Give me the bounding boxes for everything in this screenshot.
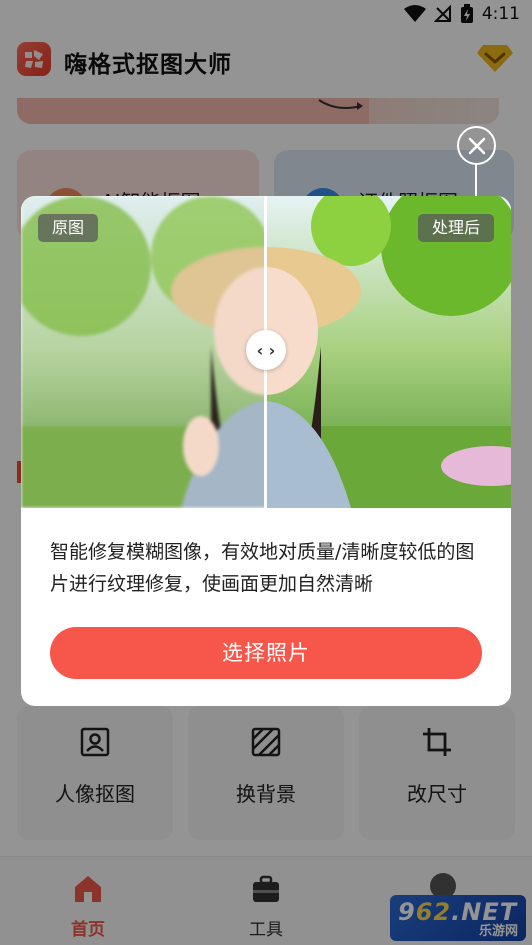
dialog-description: 智能修复模糊图像，有效地对质量/清晰度较低的图片进行纹理修复，使画面更加自然清晰 xyxy=(50,541,475,595)
close-button[interactable] xyxy=(457,126,496,165)
before-tag: 原图 xyxy=(38,214,99,242)
enhance-dialog: ‹ › 原图 处理后 智能修复模糊图像，有效地对质量/清晰度较低的图片进行纹理修… xyxy=(21,196,511,706)
before-image xyxy=(21,196,511,508)
close-icon xyxy=(468,137,485,154)
after-image xyxy=(266,196,511,508)
compare-slider-handle[interactable]: ‹ › xyxy=(246,330,286,370)
close-connector xyxy=(475,163,477,197)
choose-photo-button[interactable]: 选择照片 xyxy=(50,627,482,679)
before-after-compare[interactable]: ‹ › 原图 处理后 xyxy=(21,196,511,508)
after-tag: 处理后 xyxy=(417,214,494,242)
